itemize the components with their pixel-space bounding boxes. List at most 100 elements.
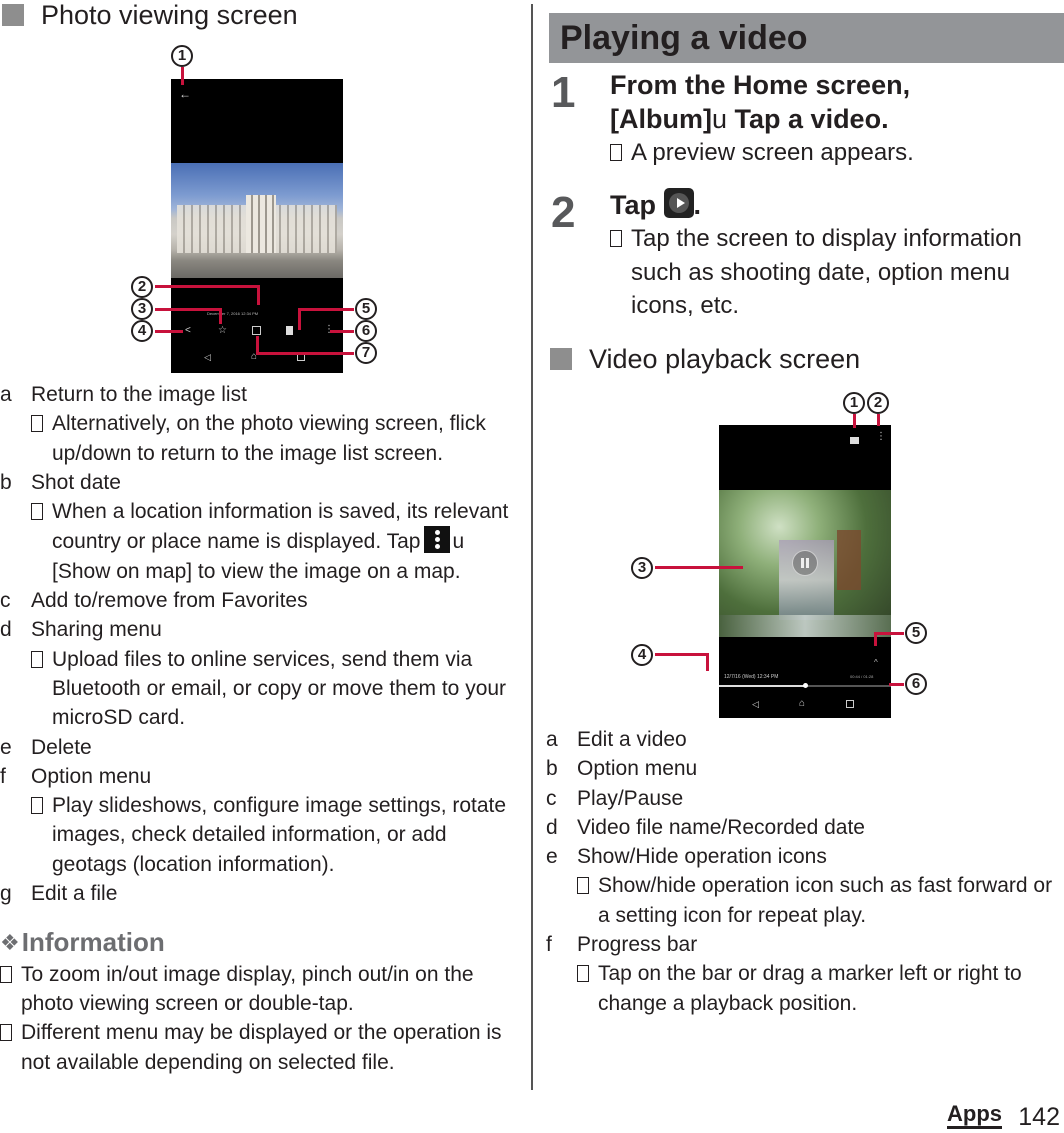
arrow-glyph: u <box>452 530 465 554</box>
callout-6: 6 <box>355 320 377 342</box>
square-bullet-icon <box>550 348 572 370</box>
note-bullet-icon <box>31 503 43 521</box>
favorite-star-icon[interactable]: ☆ <box>218 325 227 336</box>
callout-line-2 <box>877 414 880 426</box>
information-title: Information <box>21 927 165 958</box>
step-1: 1 From the Home screen, [Album]u Tap a v… <box>546 68 1064 170</box>
section-title: Playing a video <box>560 18 808 57</box>
item-label: Delete <box>31 735 92 759</box>
progress-marker[interactable] <box>803 683 808 688</box>
show-hide-icons-toggle[interactable]: ^ <box>874 658 878 667</box>
progress-bar[interactable] <box>719 683 891 688</box>
edit-video-icon[interactable] <box>850 437 859 444</box>
note-bullet-icon <box>610 144 622 161</box>
delete-icon[interactable] <box>286 326 293 335</box>
item-label: Edit a video <box>577 728 687 751</box>
callout-1: 1 <box>843 392 865 414</box>
column-divider <box>531 4 533 1090</box>
album-label: [Album] <box>610 104 712 134</box>
list-item: f Progress bar Tap on the bar or drag a m… <box>546 930 1064 1018</box>
callout-5: 5 <box>905 622 927 644</box>
item-label: Video file name/Recorded date <box>577 815 865 839</box>
more-vert-icon[interactable]: ⋮ <box>876 431 886 442</box>
photo-viewing-heading-text: Photo viewing screen <box>41 0 298 30</box>
callout-line-1 <box>181 67 184 85</box>
note-text: Tap the screen to display information su… <box>631 225 1022 319</box>
list-item: c Play/Pause <box>546 784 1064 813</box>
callout-line-5b <box>298 308 301 330</box>
note-bullet-icon <box>0 1024 12 1042</box>
share-icon[interactable]: < <box>185 325 191 336</box>
item-letter: c <box>0 589 11 613</box>
callout-6: 6 <box>905 673 927 695</box>
arrow-glyph: u <box>711 104 728 134</box>
callout-line-5a <box>300 308 354 311</box>
step-title-period: . <box>693 190 702 220</box>
callout-line-4a <box>655 653 708 656</box>
nav-back-icon[interactable]: ◁ <box>752 699 759 710</box>
callout-7: 7 <box>355 342 377 364</box>
square-bullet-icon <box>2 4 24 26</box>
section-title-bar: Playing a video <box>549 13 1064 63</box>
callout-2: 2 <box>867 392 889 414</box>
callout-5: 5 <box>355 298 377 320</box>
palace-photo <box>171 163 343 278</box>
callout-line-7a <box>257 352 354 355</box>
list-item: c Add to/remove from Favorites <box>0 586 522 615</box>
nav-back-icon[interactable]: ◁ <box>204 352 211 363</box>
play-pause-button[interactable] <box>792 550 818 576</box>
step-title-text: Tap <box>610 190 656 220</box>
note-text: Show/hide operation icon such as fast fo… <box>598 874 1053 927</box>
item-letter: c <box>546 786 557 810</box>
list-item: f Option menu Play slideshows, configure… <box>0 762 522 879</box>
note-text: To zoom in/out image display, pinch out/… <box>21 962 474 1015</box>
photo-viewing-figure: ← December 7, 2016 12:34 PM < ☆ ⋮ ◁ ⌂ 1 … <box>0 40 522 380</box>
left-column: Photo viewing screen ← December 7, 2016 … <box>0 0 522 1090</box>
item-note: When a location information is saved, it… <box>31 497 522 586</box>
note-text: Tap on the bar or drag a marker left or … <box>598 962 1022 1015</box>
diamonds-icon: ❖ <box>0 930 20 956</box>
nav-home-icon[interactable]: ⌂ <box>799 698 805 709</box>
list-item: d Video file name/Recorded date <box>546 813 1064 842</box>
video-playback-figure: ⋮ ^ 12/7/16 (Wed) 12:34 PM 00:44 / 01:28… <box>631 390 940 720</box>
note-bullet-icon <box>31 650 43 668</box>
step-number: 2 <box>551 188 576 237</box>
item-label: Show/Hide operation icons <box>577 845 827 869</box>
item-letter: e <box>546 845 558 869</box>
note-text: Play slideshows, configure image setting… <box>52 794 507 876</box>
note-bullet-icon <box>31 797 43 815</box>
pause-icon-bar2 <box>806 558 809 568</box>
callout-line-6 <box>889 683 904 686</box>
callout-line-4b <box>706 653 709 671</box>
callout-2: 2 <box>131 276 153 298</box>
photo-items-list: a Return to the image list Alternatively… <box>0 380 522 1077</box>
video-phone-screen: ⋮ ^ 12/7/16 (Wed) 12:34 PM 00:44 / 01:28… <box>719 425 891 718</box>
step-note: Tap the screen to display information su… <box>610 222 1064 323</box>
item-letter: g <box>0 882 12 906</box>
step-title-rest: Tap a video. <box>734 104 889 134</box>
footer-section-label: Apps <box>947 1102 1002 1129</box>
step-title-line1: From the Home screen, <box>610 70 911 100</box>
item-letter: d <box>0 618 12 642</box>
list-item: e Show/Hide operation icons Show/hide ope… <box>546 842 1064 930</box>
callout-line-3a <box>155 308 221 311</box>
item-letter: b <box>0 470 12 494</box>
item-letter: a <box>546 728 558 751</box>
list-item: e Delete <box>0 733 522 762</box>
note-bullet-icon <box>577 877 589 895</box>
list-item: d Sharing menu Upload files to online se… <box>0 615 522 732</box>
information-notes: To zoom in/out image display, pinch out/… <box>0 960 522 1077</box>
nav-recents-icon[interactable] <box>846 700 854 708</box>
note-text: [Show on map] to view the image on a map… <box>52 559 461 583</box>
item-letter: e <box>0 735 12 759</box>
callout-line-7b <box>256 336 259 355</box>
item-note: Upload files to online services, send th… <box>31 645 522 733</box>
video-playback-heading: Video playback screen <box>550 344 860 374</box>
more-vert-icon <box>424 526 451 554</box>
step-title: Tap . <box>610 188 1064 222</box>
callout-line-2b <box>257 285 260 305</box>
note-bullet-icon <box>31 415 43 433</box>
edit-icon[interactable] <box>252 326 261 335</box>
recorded-date-text: 12/7/16 (Wed) 12:34 PM <box>724 674 779 680</box>
progress-fill <box>719 685 805 687</box>
